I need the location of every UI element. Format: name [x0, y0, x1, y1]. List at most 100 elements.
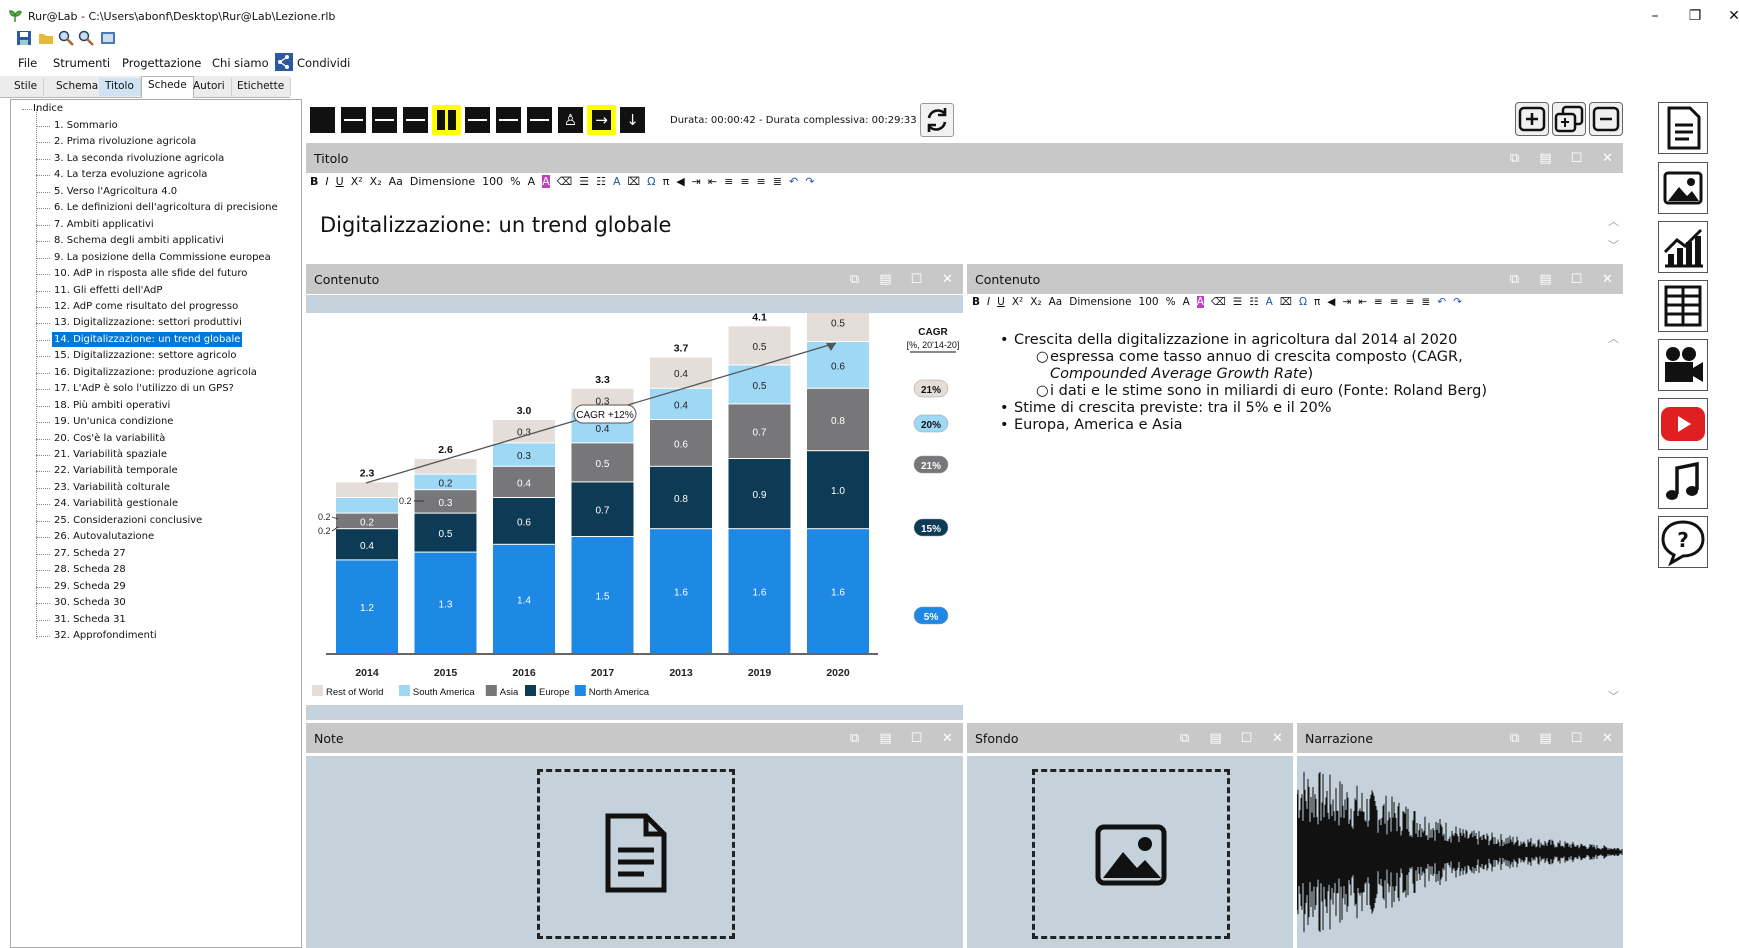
clear-format-icon[interactable]: ⌫: [557, 175, 573, 188]
undock-icon[interactable]: ⧉: [1499, 272, 1530, 287]
tree-item[interactable]: 15. Digitalizzazione: settore agricolo: [52, 348, 239, 363]
minimize-button[interactable]: –: [1640, 6, 1670, 26]
outdent-icon[interactable]: ⇤: [1358, 296, 1367, 308]
tree-item[interactable]: 19. Un'unica condizione: [52, 414, 175, 429]
tree-item[interactable]: 31. Scheda 31: [52, 612, 128, 627]
redo-icon[interactable]: ↷: [805, 175, 814, 188]
image-slide-button[interactable]: [1658, 162, 1708, 214]
align-right-icon[interactable]: ≡: [757, 175, 766, 188]
subscript-button[interactable]: X₂: [1030, 296, 1041, 308]
align-left-icon[interactable]: ≡: [1374, 296, 1383, 308]
tree-item[interactable]: 11. Gli effetti dell'AdP: [52, 283, 164, 298]
menu-icon[interactable]: ▤: [1530, 272, 1561, 287]
youtube-slide-button[interactable]: [1658, 398, 1708, 450]
case-button[interactable]: Aa: [389, 175, 403, 188]
menu-icon[interactable]: ▤: [1530, 151, 1561, 166]
eraser-icon[interactable]: ⌧: [1280, 296, 1292, 308]
undo-icon[interactable]: ↶: [789, 175, 798, 188]
layout-grid-a-button[interactable]: [372, 107, 397, 133]
tree-item[interactable]: 1. Sommario: [52, 118, 120, 133]
video-slide-button[interactable]: [1658, 339, 1708, 391]
speaker-icon[interactable]: ◀: [1327, 296, 1335, 308]
menu-icon[interactable]: ▤: [870, 272, 901, 287]
percent-button[interactable]: %: [1166, 296, 1176, 308]
undock-icon[interactable]: ⧉: [839, 731, 870, 746]
indent-icon[interactable]: ⇥: [692, 175, 701, 188]
title-scrollbar[interactable]: ︿ ﹀: [1608, 210, 1619, 258]
indent-icon[interactable]: ⇥: [1342, 296, 1351, 308]
layout-grid-d-button[interactable]: [496, 107, 521, 133]
tree-item[interactable]: 32. Approfondimenti: [52, 628, 159, 643]
tree-item[interactable]: 13. Digitalizzazione: settori produttivi: [52, 315, 244, 330]
numbered-list-icon[interactable]: ☷: [596, 175, 606, 188]
font-color-button[interactable]: A: [528, 175, 536, 188]
numbered-list-icon[interactable]: ☷: [1249, 296, 1258, 308]
bullet-list-icon[interactable]: ☰: [1233, 296, 1242, 308]
tree-item[interactable]: 8. Schema degli ambiti applicativi: [52, 233, 226, 248]
tree-item[interactable]: 25. Considerazioni conclusive: [52, 513, 204, 528]
tree-item[interactable]: 3. La seconda rivoluzione agricola: [52, 151, 226, 166]
menu-strumenti[interactable]: Strumenti: [53, 56, 110, 70]
menu-progettazione[interactable]: Progettazione: [122, 56, 201, 70]
remove-slide-button[interactable]: [1589, 102, 1623, 136]
tab-etichette[interactable]: Etichette: [231, 78, 292, 96]
tree-item[interactable]: 9. La posizione della Commissione europe…: [52, 250, 273, 265]
text-slide-button[interactable]: [1658, 102, 1708, 154]
speaker-icon[interactable]: ◀: [676, 175, 684, 188]
tab-autori[interactable]: Autori: [187, 78, 232, 96]
menu-chi-siamo[interactable]: Chi siamo: [212, 56, 269, 70]
preview-icon[interactable]: [100, 30, 116, 46]
tree-item[interactable]: 28. Scheda 28: [52, 562, 128, 577]
layout-grid-c-button[interactable]: [465, 107, 490, 133]
tree-item[interactable]: 27. Scheda 27: [52, 546, 128, 561]
tree-item[interactable]: 14. Digitalizzazione: un trend globale: [52, 331, 243, 347]
table-slide-button[interactable]: [1658, 280, 1708, 332]
maximize-icon[interactable]: ☐: [1561, 151, 1592, 166]
tree-item[interactable]: 24. Variabilità gestionale: [52, 496, 180, 511]
maximize-icon[interactable]: ☐: [1231, 731, 1262, 746]
pi-icon[interactable]: π: [663, 175, 670, 188]
layout-person-button[interactable]: ♙: [558, 107, 583, 133]
eraser-icon[interactable]: ⌧: [627, 175, 640, 188]
tree-item[interactable]: 7. Ambiti applicativi: [52, 217, 156, 232]
close-icon[interactable]: ✕: [1592, 731, 1623, 746]
tree-item[interactable]: 20. Cos'è la variabilità: [52, 431, 167, 446]
layout-two-cols-button[interactable]: [432, 105, 461, 135]
bold-button[interactable]: B: [972, 296, 980, 308]
content-bullets[interactable]: • Crescita della digitalizzazione in agri…: [1000, 332, 1560, 434]
tree-item[interactable]: 2. Prima rivoluzione agricola: [52, 134, 198, 149]
sfondo-dropzone[interactable]: [1032, 769, 1230, 939]
close-icon[interactable]: ✕: [1592, 272, 1623, 287]
undock-icon[interactable]: ⧉: [1499, 731, 1530, 746]
tree-item[interactable]: 18. Più ambiti operativi: [52, 398, 172, 413]
tree-item[interactable]: 12. AdP come risultato del progresso: [52, 299, 240, 314]
menu-icon[interactable]: ▤: [1200, 731, 1231, 746]
layout-grid-b-button[interactable]: [403, 107, 428, 133]
undock-icon[interactable]: ⧉: [1169, 731, 1200, 746]
align-left-icon[interactable]: ≡: [724, 175, 733, 188]
tree-item[interactable]: 29. Scheda 29: [52, 579, 128, 594]
menu-condividi[interactable]: Condividi: [297, 56, 350, 70]
music-slide-button[interactable]: [1658, 457, 1708, 509]
zoom-in-icon[interactable]: [58, 30, 74, 46]
add-slide-button[interactable]: [1515, 102, 1549, 136]
align-center-icon[interactable]: ≡: [1390, 296, 1399, 308]
case-button[interactable]: Aa: [1049, 296, 1063, 308]
maximize-icon[interactable]: ☐: [1561, 731, 1592, 746]
outdent-icon[interactable]: ⇤: [708, 175, 717, 188]
tree-item[interactable]: 26. Autovalutazione: [52, 529, 156, 544]
menu-icon[interactable]: ▤: [1530, 731, 1561, 746]
underline-button[interactable]: U: [336, 175, 344, 188]
tree-item[interactable]: 17. L'AdP è solo l'utilizzo di un GPS?: [52, 381, 236, 396]
tree-item[interactable]: 22. Variabilità temporale: [52, 463, 180, 478]
align-center-icon[interactable]: ≡: [740, 175, 749, 188]
note-dropzone[interactable]: [537, 769, 735, 939]
close-icon[interactable]: ✕: [1262, 731, 1293, 746]
close-button[interactable]: ✕: [1719, 6, 1739, 26]
tree-item[interactable]: 10. AdP in risposta alle sfide del futur…: [52, 266, 249, 281]
tree-item[interactable]: 6. Le definizioni dell'agricoltura di pr…: [52, 200, 280, 215]
text-color-icon[interactable]: A: [1266, 296, 1273, 308]
justify-icon[interactable]: ≣: [773, 175, 782, 188]
superscript-button[interactable]: X²: [351, 175, 363, 188]
menu-file[interactable]: File: [18, 56, 37, 70]
